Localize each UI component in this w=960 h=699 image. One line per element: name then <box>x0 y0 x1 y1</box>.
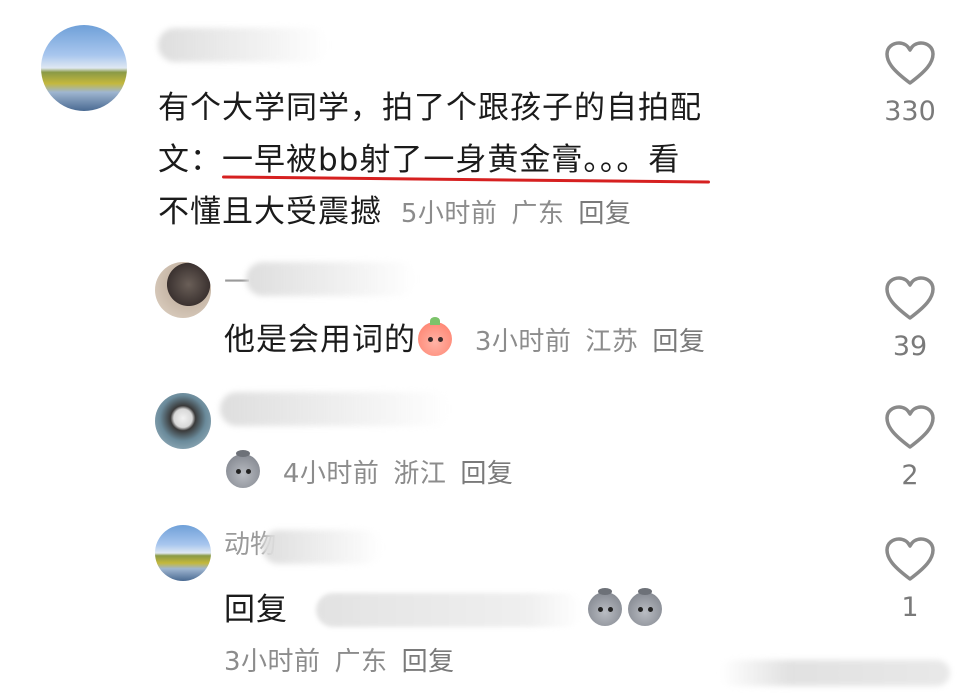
timestamp: 5小时前 <box>400 199 498 229</box>
like-button[interactable]: 39 <box>880 275 940 362</box>
location: 广东 <box>511 199 565 229</box>
comment-meta: 3小时前 广东 回复 <box>224 642 469 682</box>
reply-button[interactable]: 回复 <box>460 459 513 489</box>
comment-meta: 5小时前 广东 回复 <box>401 199 646 229</box>
avatar[interactable] <box>41 25 127 111</box>
emoji-group <box>586 584 662 636</box>
timestamp: 4小时前 <box>282 459 380 489</box>
heart-outline-icon <box>885 41 935 85</box>
like-count: 330 <box>884 96 936 127</box>
comment-text: 他是会用词的 3小时前 江苏 回复 <box>224 314 719 368</box>
reply-button[interactable]: 回复 <box>652 327 705 357</box>
reply-target-blurred[interactable] <box>316 593 582 627</box>
comment-text-line-3: 不懂且大受震撼 <box>158 194 382 230</box>
avatar[interactable] <box>155 262 211 318</box>
reply-text: 他是会用词的 <box>224 322 416 358</box>
like-button[interactable]: 330 <box>880 40 940 127</box>
timestamp: 3小时前 <box>224 647 321 677</box>
location: 江苏 <box>585 327 639 357</box>
like-button[interactable]: 1 <box>880 536 940 623</box>
sack-face-emoji <box>588 588 622 626</box>
like-button[interactable]: 2 <box>880 404 940 491</box>
avatar[interactable] <box>155 393 211 449</box>
heart-outline-icon <box>885 405 935 449</box>
heart-outline-icon <box>885 276 935 320</box>
like-count: 39 <box>892 331 928 362</box>
peach-face-emoji <box>418 317 452 356</box>
comment-meta: 4小时前 浙江 回复 <box>283 459 528 489</box>
sack-face-emoji <box>226 450 260 488</box>
reply-prefix: 回复 <box>224 592 288 628</box>
username-blurred[interactable] <box>158 28 328 62</box>
username-blurred[interactable] <box>262 530 382 564</box>
watermark-blurred <box>720 660 950 686</box>
location: 浙江 <box>393 459 447 489</box>
comment-meta: 3小时前 江苏 回复 <box>475 327 720 357</box>
reply-button[interactable]: 回复 <box>402 647 455 677</box>
comment-text-line: 不懂且大受震撼 5小时前 广东 回复 <box>158 186 858 240</box>
comment-text: 有个大学同学，拍了个跟孩子的自拍配 文：一早被bb射了一身黄金膏。。。看 不懂且… <box>158 82 858 240</box>
timestamp: 3小时前 <box>474 327 572 357</box>
comment-text-line: 有个大学同学，拍了个跟孩子的自拍配 <box>158 90 702 126</box>
avatar[interactable] <box>155 525 211 581</box>
comment-text: 4小时前 浙江 回复 <box>224 446 527 500</box>
sack-face-emoji <box>628 588 662 626</box>
like-count: 2 <box>901 460 919 491</box>
reply-button[interactable]: 回复 <box>578 199 631 229</box>
username-blurred[interactable] <box>220 392 450 426</box>
location: 广东 <box>334 647 388 677</box>
like-count: 1 <box>901 592 919 623</box>
username-blurred[interactable] <box>246 262 416 296</box>
heart-outline-icon <box>885 537 935 581</box>
comment-text: 回复 <box>224 584 288 636</box>
